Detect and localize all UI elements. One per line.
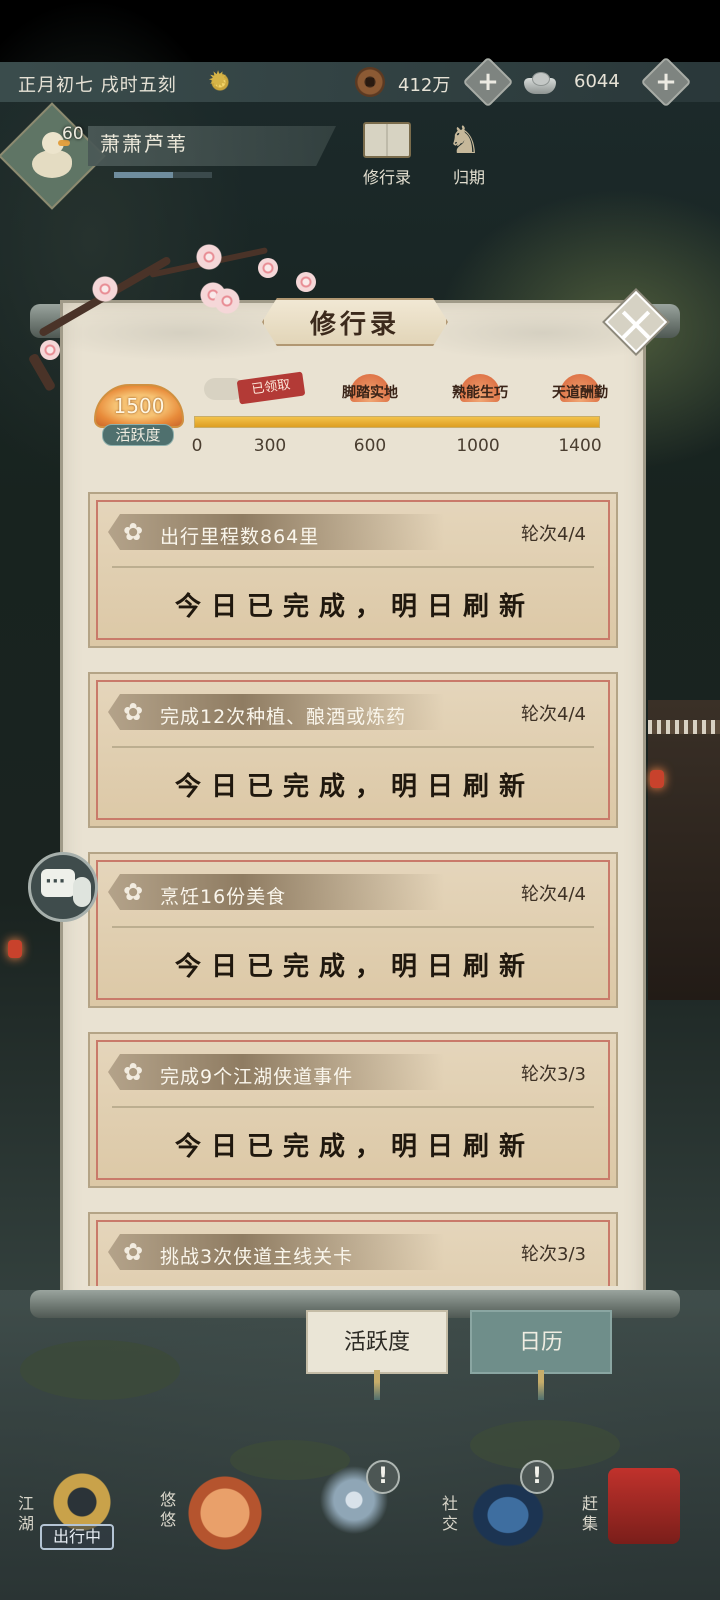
lantern xyxy=(650,770,664,788)
tab-calendar[interactable]: 日历 xyxy=(470,1310,612,1374)
plum-blossom-icon xyxy=(296,272,316,292)
horse-rider-icon: ♞ xyxy=(447,118,482,162)
task-status: 今日已完成，明日刷新 xyxy=(174,772,535,802)
progress-tick: 600 xyxy=(353,436,387,456)
panel-title: 修行录 xyxy=(309,309,400,340)
nav-label-market: 赶集 xyxy=(582,1494,599,1533)
task-name: 出行里程数864里 xyxy=(160,526,320,548)
progress-tick: 1000 xyxy=(456,436,500,456)
plus-icon: + xyxy=(477,67,499,97)
nav-label-jianghu: 江湖 xyxy=(18,1494,35,1533)
activity-progress-fill xyxy=(195,417,599,427)
task-round: 轮次3/3 xyxy=(521,1064,586,1085)
plum-blossom-icon xyxy=(40,340,60,360)
task-card: ✿ 挑战3次侠道主线关卡 轮次3/3 xyxy=(88,1212,618,1286)
task-name: 烹饪16份美食 xyxy=(160,886,287,908)
duck-icon xyxy=(32,150,72,178)
status-bar: 正月初七 戌时五刻 412万 + 6044 + xyxy=(0,56,720,108)
task-card: ✿ 烹饪16份美食 轮次4/4 今日已完成，明日刷新 xyxy=(88,852,618,1008)
tassel xyxy=(374,1370,380,1400)
return-label: 归期 xyxy=(452,168,485,187)
task-round: 轮次4/4 xyxy=(521,704,586,725)
tab-activity[interactable]: 活跃度 xyxy=(306,1310,448,1374)
coin-amount: 412万 xyxy=(398,75,451,96)
flower-icon: ✿ xyxy=(122,1058,144,1086)
plum-blossom-icon xyxy=(196,244,222,270)
add-silver-button[interactable]: + xyxy=(640,56,692,108)
flower-icon: ✿ xyxy=(122,698,144,726)
task-card: ✿ 完成12次种植、酿酒或炼药 轮次4/4 今日已完成，明日刷新 xyxy=(88,672,618,828)
add-coins-button[interactable]: + xyxy=(462,56,514,108)
divider xyxy=(112,1106,594,1108)
task-status: 今日已完成，明日刷新 xyxy=(174,952,535,982)
alert-icon: ! xyxy=(366,1460,400,1494)
chat-bubble-icon xyxy=(41,869,75,897)
nav-label-youyou: 悠悠 xyxy=(160,1490,177,1529)
task-round: 轮次4/4 xyxy=(521,884,586,905)
game-date: 正月初七 戌时五刻 xyxy=(18,75,177,96)
task-name: 完成9个江湖侠道事件 xyxy=(160,1066,354,1088)
task-list[interactable]: ✿ 出行里程数864里 轮次4/4 今日已完成，明日刷新 ✿ 完成12次种植、酿… xyxy=(88,488,620,1286)
task-name: 完成12次种植、酿酒或炼药 xyxy=(160,706,407,728)
flower-icon: ✿ xyxy=(122,878,144,906)
reward-label: 天道酬勤 xyxy=(552,385,608,401)
task-card: ✿ 出行里程数864里 轮次4/4 今日已完成，明日刷新 xyxy=(88,492,618,648)
scroll-book-icon xyxy=(363,122,411,158)
task-round: 轮次3/3 xyxy=(521,1244,586,1265)
task-status: 今日已完成，明日刷新 xyxy=(174,592,535,622)
reward-chest-600[interactable]: 脚踏实地 xyxy=(332,372,408,410)
task-status: 今日已完成，明日刷新 xyxy=(174,1132,535,1162)
player-name: 萧萧芦苇 xyxy=(100,132,188,156)
task-round: 轮次4/4 xyxy=(521,524,586,545)
plum-blossom-icon xyxy=(88,272,122,306)
divider xyxy=(112,926,594,928)
journal-button[interactable]: 修行录 xyxy=(352,118,422,188)
task-card: ✿ 完成9个江湖侠道事件 轮次3/3 今日已完成，明日刷新 xyxy=(88,1032,618,1188)
copper-coin-icon xyxy=(355,67,385,97)
plus-icon: + xyxy=(655,67,677,97)
alert-icon: ! xyxy=(520,1460,554,1494)
lily-pad xyxy=(20,1340,180,1400)
chat-button[interactable] xyxy=(28,852,98,922)
nav-label-social: 社交 xyxy=(442,1494,459,1533)
lantern xyxy=(8,940,22,958)
market-basket-icon[interactable] xyxy=(608,1468,680,1544)
divider xyxy=(112,566,594,568)
reward-chest-1000[interactable]: 熟能生巧 xyxy=(442,372,518,410)
background-building xyxy=(648,700,720,1000)
task-name: 挑战3次侠道主线关卡 xyxy=(160,1246,354,1268)
activity-label: 活跃度 xyxy=(102,424,174,446)
flower-icon: ✿ xyxy=(122,518,144,546)
silver-amount: 6044 xyxy=(574,71,620,92)
plum-blossom-icon xyxy=(214,288,240,314)
journal-label: 修行录 xyxy=(362,168,411,187)
panel-title-plaque: 修行录 xyxy=(262,298,448,346)
crane-icon[interactable] xyxy=(186,1474,264,1552)
sun-icon xyxy=(208,66,232,94)
progress-tick: 300 xyxy=(253,436,287,456)
silver-ingot-icon xyxy=(520,68,560,96)
player-level: 60 xyxy=(62,124,84,144)
exp-fill xyxy=(114,172,173,178)
progress-tick: 1400 xyxy=(558,436,602,456)
divider xyxy=(112,746,594,748)
tassel xyxy=(538,1370,544,1400)
gourd-icon xyxy=(73,877,91,907)
reward-label: 脚踏实地 xyxy=(342,385,398,401)
travel-status-pill: 出行中 xyxy=(40,1524,114,1550)
reward-chest-1400[interactable]: 天道酬勤 xyxy=(542,372,618,410)
return-button[interactable]: ♞ 归期 xyxy=(436,118,502,188)
exp-bar xyxy=(114,172,212,178)
activity-badge: 1500 活跃度 xyxy=(94,384,184,450)
activity-value: 1500 xyxy=(113,394,165,418)
activity-progress-bar xyxy=(194,416,600,428)
reward-label: 熟能生巧 xyxy=(452,385,508,401)
progress-tick: 0 xyxy=(191,436,203,456)
plum-blossom-icon xyxy=(258,258,278,278)
flower-icon: ✿ xyxy=(122,1238,144,1266)
